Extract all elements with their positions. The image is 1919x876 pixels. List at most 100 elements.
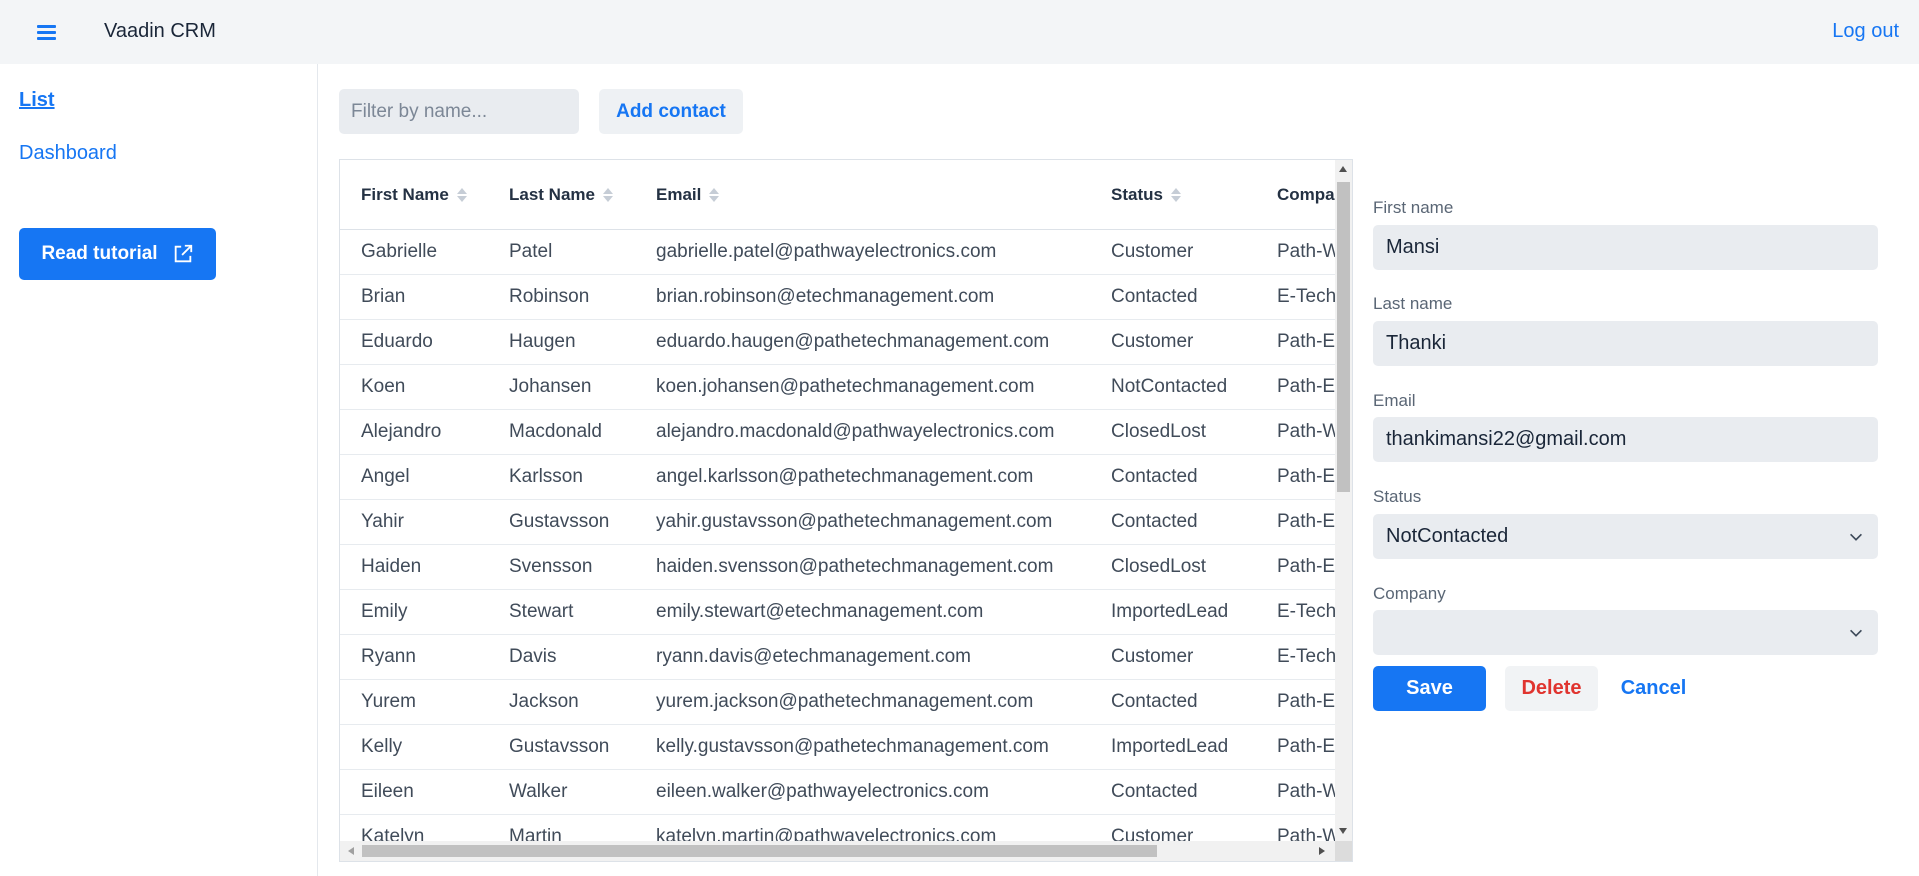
cell-first-name: Yahir bbox=[361, 511, 404, 532]
table-row[interactable]: Yurem Jackson yurem.jackson@pathetechmanag… bbox=[340, 680, 1335, 725]
menu-icon[interactable] bbox=[32, 18, 60, 46]
column-header-email[interactable]: Email bbox=[656, 160, 720, 229]
cell-first-name: Angel bbox=[361, 466, 410, 487]
table-row[interactable]: Ryann Davis ryann.davis@etechmanagement.co… bbox=[340, 635, 1335, 680]
cell-first-name: Haiden bbox=[361, 556, 422, 577]
column-header-label: Status bbox=[1111, 184, 1163, 204]
cell-status: ImportedLead bbox=[1111, 601, 1229, 622]
column-header-label: Last Name bbox=[509, 184, 595, 204]
cell-first-name: Eileen bbox=[361, 781, 414, 802]
save-button[interactable]: Save bbox=[1373, 666, 1486, 711]
vertical-scroll-thumb[interactable] bbox=[1337, 182, 1350, 492]
column-header-last-name[interactable]: Last Name bbox=[509, 160, 613, 229]
cell-last-name: Patel bbox=[509, 241, 553, 262]
cell-last-name: Gustavsson bbox=[509, 511, 610, 532]
cell-first-name: Eduardo bbox=[361, 331, 433, 352]
logout-link[interactable]: Log out bbox=[1832, 20, 1899, 43]
table-row[interactable]: Katelyn Martin katelyn.martin@pathwayelect… bbox=[340, 815, 1335, 841]
table-row[interactable]: Alejandro Macdonald alejandro.macdonald@pa… bbox=[340, 410, 1335, 455]
company-select[interactable] bbox=[1373, 610, 1878, 655]
cell-status: ClosedLost bbox=[1111, 421, 1207, 442]
sort-icon[interactable] bbox=[1170, 187, 1181, 202]
cell-email: angel.karlsson@pathetechmanagement.com bbox=[656, 466, 1034, 487]
nav-link-dashboard[interactable]: Dashboard bbox=[19, 142, 117, 165]
column-header-status[interactable]: Status bbox=[1111, 160, 1181, 229]
cancel-button[interactable]: Cancel bbox=[1611, 666, 1696, 711]
cell-last-name: Martin bbox=[509, 826, 562, 841]
cell-company: Path-W bbox=[1277, 421, 1335, 442]
cell-first-name: Alejandro bbox=[361, 421, 442, 442]
last-name-field[interactable]: Thanki bbox=[1373, 321, 1878, 366]
cell-email: haiden.svensson@pathetechmanagement.com bbox=[656, 556, 1054, 577]
column-header-first-name[interactable]: First Name bbox=[361, 160, 467, 229]
email-field[interactable]: thankimansi22@gmail.com bbox=[1373, 417, 1878, 462]
cell-status: Customer bbox=[1111, 826, 1194, 841]
table-row[interactable]: Eileen Walker eileen.walker@pathwayelectro… bbox=[340, 770, 1335, 815]
read-tutorial-label: Read tutorial bbox=[41, 243, 158, 264]
column-header-company[interactable]: Compa bbox=[1277, 160, 1335, 229]
chevron-down-icon bbox=[1850, 629, 1862, 637]
sort-icon[interactable] bbox=[602, 187, 613, 202]
scrollbar-corner bbox=[1335, 841, 1352, 861]
add-contact-button[interactable]: Add contact bbox=[599, 89, 743, 134]
cell-company: Path-E bbox=[1277, 376, 1335, 397]
horizontal-scrollbar[interactable] bbox=[340, 841, 1335, 861]
cell-company: Path-W bbox=[1277, 781, 1335, 802]
status-select[interactable]: NotContacted bbox=[1373, 514, 1878, 559]
cell-status: NotContacted bbox=[1111, 376, 1228, 397]
cell-company: Path-W bbox=[1277, 826, 1335, 841]
chevron-down-icon bbox=[1850, 533, 1862, 541]
grid-body: Gabrielle Patel gabrielle.patel@pathwayele… bbox=[340, 230, 1335, 841]
scroll-left-arrow-icon[interactable] bbox=[348, 847, 354, 855]
scroll-down-arrow-icon[interactable] bbox=[1339, 828, 1347, 834]
nav-link-list[interactable]: List bbox=[19, 89, 55, 112]
column-header-label: Compa bbox=[1277, 184, 1335, 204]
grid-viewport: First Name Last Name Email Status Compa … bbox=[340, 160, 1335, 841]
scroll-up-arrow-icon[interactable] bbox=[1339, 166, 1347, 172]
table-row[interactable]: Yahir Gustavsson yahir.gustavsson@pathetec… bbox=[340, 500, 1335, 545]
cell-status: Contacted bbox=[1111, 286, 1198, 307]
status-label: Status bbox=[1373, 487, 1422, 506]
table-row[interactable]: Haiden Svensson haiden.svensson@pathetechm… bbox=[340, 545, 1335, 590]
filter-input[interactable] bbox=[339, 89, 579, 134]
cell-first-name: Emily bbox=[361, 601, 408, 622]
cell-first-name: Gabrielle bbox=[361, 241, 438, 262]
cell-last-name: Jackson bbox=[509, 691, 579, 712]
scroll-right-arrow-icon[interactable] bbox=[1319, 847, 1325, 855]
table-row[interactable]: Angel Karlsson angel.karlsson@pathetechman… bbox=[340, 455, 1335, 500]
table-row[interactable]: Emily Stewart emily.stewart@etechmanagemen… bbox=[340, 590, 1335, 635]
table-row[interactable]: Brian Robinson brian.robinson@etechmanagem… bbox=[340, 275, 1335, 320]
column-header-label: First Name bbox=[361, 184, 449, 204]
cell-status: Customer bbox=[1111, 241, 1194, 262]
first-name-field[interactable]: Mansi bbox=[1373, 225, 1878, 270]
cell-company: E-Tech bbox=[1277, 286, 1335, 307]
vertical-scrollbar[interactable] bbox=[1335, 160, 1352, 841]
cell-first-name: Brian bbox=[361, 286, 406, 307]
last-name-label: Last name bbox=[1373, 294, 1453, 313]
horizontal-scroll-thumb[interactable] bbox=[362, 845, 1157, 857]
sort-icon[interactable] bbox=[456, 187, 467, 202]
table-row[interactable]: Gabrielle Patel gabrielle.patel@pathwayele… bbox=[340, 230, 1335, 275]
cell-company: Path-E bbox=[1277, 691, 1335, 712]
company-label: Company bbox=[1373, 584, 1446, 603]
delete-button[interactable]: Delete bbox=[1505, 666, 1598, 711]
cell-status: ImportedLead bbox=[1111, 736, 1229, 757]
external-link-icon bbox=[174, 244, 192, 263]
sort-icon[interactable] bbox=[709, 187, 720, 202]
cell-last-name: Johansen bbox=[509, 376, 592, 397]
table-row[interactable]: Eduardo Haugen eduardo.haugen@pathetechman… bbox=[340, 320, 1335, 365]
column-header-label: Email bbox=[656, 184, 702, 204]
cell-status: Contacted bbox=[1111, 511, 1198, 532]
table-row[interactable]: Koen Johansen koen.johansen@pathetechmanag… bbox=[340, 365, 1335, 410]
cell-email: katelyn.martin@pathwayelectronics.com bbox=[656, 826, 997, 841]
read-tutorial-button[interactable]: Read tutorial bbox=[19, 228, 216, 280]
cell-status: ClosedLost bbox=[1111, 556, 1207, 577]
cell-status: Customer bbox=[1111, 646, 1194, 667]
cell-email: gabrielle.patel@pathwayelectronics.com bbox=[656, 241, 997, 262]
cell-email: koen.johansen@pathetechmanagement.com bbox=[656, 376, 1035, 397]
cell-email: brian.robinson@etechmanagement.com bbox=[656, 286, 995, 307]
status-value: NotContacted bbox=[1386, 525, 1509, 547]
navbar: Vaadin CRM Log out bbox=[0, 0, 1919, 64]
table-row[interactable]: Kelly Gustavsson kelly.gustavsson@pathetec… bbox=[340, 725, 1335, 770]
cell-company: Path-E bbox=[1277, 331, 1335, 352]
